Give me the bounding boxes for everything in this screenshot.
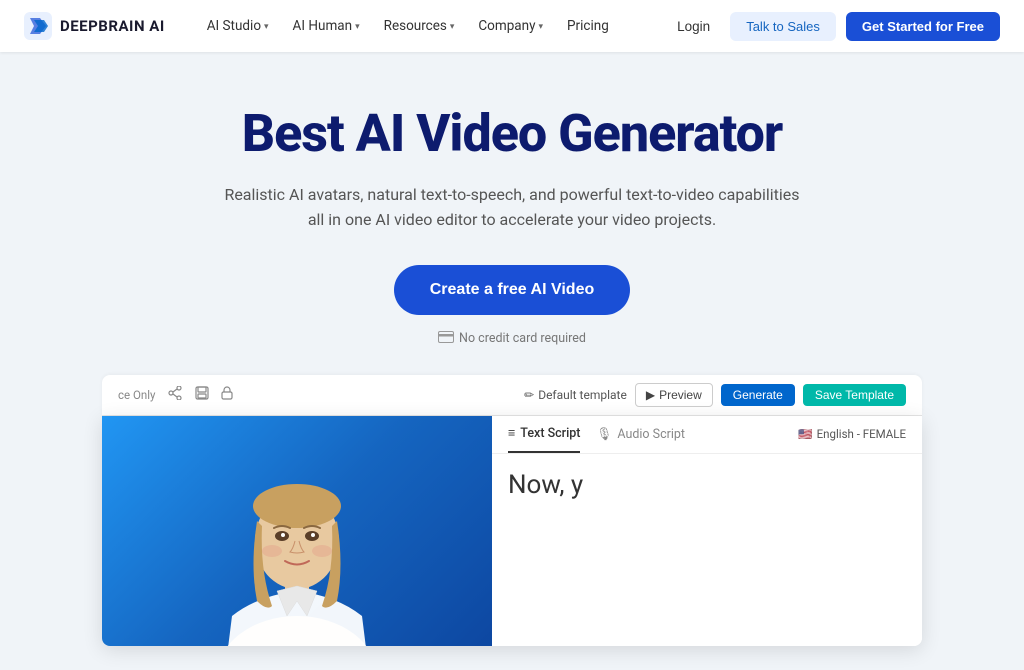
preview-toolbar: ce Only — [102, 375, 922, 416]
hero-subtitle: Realistic AI avatars, natural text-to-sp… — [222, 182, 802, 233]
credit-card-icon — [438, 331, 454, 347]
preview-bar-left: ce Only — [118, 386, 233, 403]
chevron-down-icon: ▾ — [264, 22, 269, 32]
save-icon — [195, 386, 209, 403]
template-selector[interactable]: ✏ Default template — [524, 388, 627, 402]
save-template-button[interactable]: Save Template — [803, 384, 906, 406]
nav-item-ai-studio[interactable]: AI Studio ▾ — [197, 12, 279, 40]
ai-avatar — [102, 416, 492, 646]
preview-button[interactable]: ▶ Preview — [635, 383, 713, 407]
pencil-icon: ✏ — [524, 388, 534, 402]
logo-text: DEEPBRAIN AI — [60, 17, 165, 35]
chevron-down-icon: ▾ — [355, 22, 360, 32]
mic-icon: 🎙 — [596, 427, 612, 442]
cta-button[interactable]: Create a free AI Video — [394, 265, 631, 315]
hero-title: Best AI Video Generator — [20, 104, 1004, 164]
deepbrain-logo-icon — [24, 12, 52, 40]
script-tabs: ≡ Text Script 🎙 Audio Script 🇺🇸 English … — [492, 416, 922, 454]
share-icon — [167, 386, 183, 403]
talk-to-sales-button[interactable]: Talk to Sales — [730, 12, 836, 41]
play-icon: ▶ — [646, 388, 655, 402]
preview-bar-right: ✏ Default template ▶ Preview Generate Sa… — [524, 383, 906, 407]
tab-audio-script[interactable]: 🎙 Audio Script — [596, 417, 685, 452]
chevron-down-icon: ▾ — [538, 22, 543, 32]
language-selector[interactable]: 🇺🇸 English - FEMALE — [798, 427, 906, 441]
hero-section: Best AI Video Generator Realistic AI ava… — [0, 52, 1024, 375]
video-preview — [102, 416, 492, 646]
nav-item-company[interactable]: Company ▾ — [468, 12, 553, 40]
text-icon: ≡ — [508, 426, 515, 441]
preview-main-area: ≡ Text Script 🎙 Audio Script 🇺🇸 English … — [102, 416, 922, 646]
script-editor[interactable]: ≡ Text Script 🎙 Audio Script 🇺🇸 English … — [492, 416, 922, 646]
tab-text-script[interactable]: ≡ Text Script — [508, 416, 580, 453]
flag-us-icon: 🇺🇸 — [798, 427, 812, 441]
login-button[interactable]: Login — [667, 13, 720, 40]
logo[interactable]: DEEPBRAIN AI — [24, 12, 165, 40]
get-started-button[interactable]: Get Started for Free — [846, 12, 1000, 41]
app-preview: ce Only — [102, 375, 922, 646]
nav-item-resources[interactable]: Resources ▾ — [374, 12, 465, 40]
nav-item-ai-human[interactable]: AI Human ▾ — [283, 12, 370, 40]
navbar: DEEPBRAIN AI AI Studio ▾ AI Human ▾ Reso… — [0, 0, 1024, 52]
nav-links: AI Studio ▾ AI Human ▾ Resources ▾ Compa… — [197, 12, 667, 40]
chevron-down-icon: ▾ — [450, 22, 455, 32]
nav-actions: Login Talk to Sales Get Started for Free — [667, 12, 1000, 41]
script-text-content[interactable]: Now, y — [492, 454, 922, 516]
no-credit-notice: No credit card required — [20, 331, 1004, 347]
lock-icon — [221, 386, 233, 403]
nav-item-pricing[interactable]: Pricing — [557, 12, 619, 40]
generate-button[interactable]: Generate — [721, 384, 795, 406]
preview-mode-label: ce Only — [118, 388, 155, 402]
